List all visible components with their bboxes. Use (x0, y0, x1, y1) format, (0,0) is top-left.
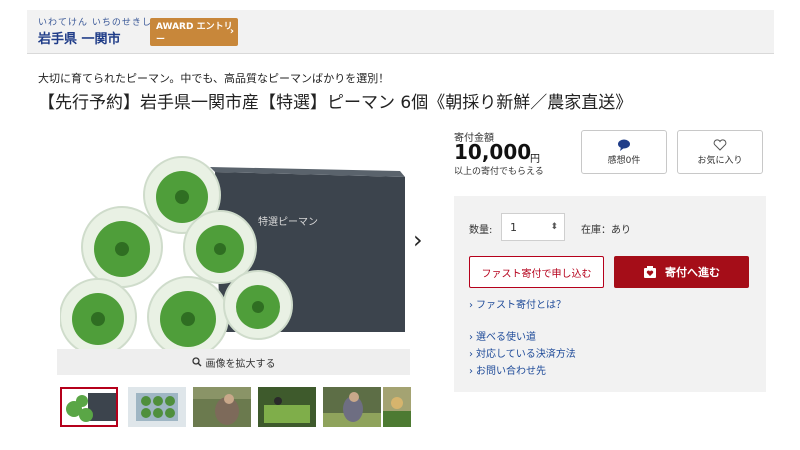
product-subtitle: 大切に育てられたピーマン。中でも、高品質なピーマンばかりを選別！ (38, 72, 390, 85)
chevron-right-icon: › (469, 366, 473, 377)
proceed-to-donate-button[interactable]: 寄付へ進む (614, 256, 749, 288)
product-title: 【先行予約】岩手県一関市産【特選】ピーマン 6個《朝採り新鮮／農家直送》 (38, 93, 633, 113)
next-image-arrow[interactable]: › (413, 226, 423, 254)
thumbnail-2[interactable] (128, 387, 186, 427)
product-main-image[interactable]: 特選ピーマン (60, 127, 410, 349)
award-entry-label: AWARD エントリー (156, 22, 233, 45)
quantity-label: 数量: (469, 225, 493, 236)
city-name[interactable]: 岩手県 一関市 (38, 28, 121, 47)
quantity-select[interactable]: 1 ⬍ (501, 213, 565, 241)
speech-bubble-icon (618, 139, 630, 151)
box-label: 特選ピーマン (258, 215, 318, 228)
stock-status: 在庫：あり (581, 225, 631, 236)
up-down-icon: ⬍ (550, 222, 558, 232)
thumbnail-5[interactable] (323, 387, 381, 427)
heart-icon (713, 138, 727, 151)
payment-methods-link[interactable]: › 対応している決済方法 (469, 345, 576, 360)
usage-options-label: 選べる使い道 (476, 332, 536, 343)
magnifier-icon (191, 357, 201, 367)
contact-link[interactable]: › お問い合わせ先 (469, 362, 546, 377)
order-panel: 数量: 1 ⬍ 在庫：あり ファスト寄付で申し込む 寄付へ進む › ファスト寄付と… (454, 196, 766, 392)
fast-donation-about-link[interactable]: › ファスト寄付とは？ (469, 296, 566, 311)
thumbnail-1[interactable] (60, 387, 118, 427)
reviews-button[interactable]: 感想0件 (581, 130, 667, 174)
chevron-right-icon: › (469, 332, 473, 343)
reviews-label: 感想0件 (607, 155, 641, 166)
favorite-button[interactable]: お気に入り (677, 130, 763, 174)
thumbnail-strip (58, 387, 411, 427)
quantity-value: 1 (510, 220, 517, 234)
thumbnail-4[interactable] (258, 387, 316, 427)
contact-label: お問い合わせ先 (476, 366, 546, 377)
award-entry-button[interactable]: AWARD エントリー › (150, 18, 238, 46)
price-amount: 10,000 (454, 140, 532, 164)
thumbnail-6[interactable] (383, 387, 411, 427)
payment-methods-label: 対応している決済方法 (476, 349, 576, 360)
chevron-right-icon: › (229, 26, 234, 37)
cart-heart-icon (644, 266, 656, 278)
zoom-image-button[interactable]: 画像を拡大する (57, 349, 410, 375)
chevron-right-icon: › (469, 300, 473, 311)
usage-options-link[interactable]: › 選べる使い道 (469, 328, 536, 343)
city-kana: いわてけん いちのせきし (38, 18, 152, 28)
fast-donation-button[interactable]: ファスト寄付で申し込む (469, 256, 604, 288)
price-note: 以上の寄付でもらえる (454, 167, 544, 177)
site-header: いわてけん いちのせきし 岩手県 一関市 AWARD エントリー › (27, 10, 774, 54)
price-unit: 円 (530, 154, 540, 165)
favorite-label: お気に入り (697, 155, 743, 166)
chevron-right-icon: › (469, 349, 473, 360)
thumbnail-3[interactable] (193, 387, 251, 427)
proceed-to-donate-label: 寄付へ進む (665, 266, 720, 279)
zoom-label: 画像を拡大する (205, 358, 276, 370)
fast-donation-about-label: ファスト寄付とは？ (476, 300, 566, 311)
